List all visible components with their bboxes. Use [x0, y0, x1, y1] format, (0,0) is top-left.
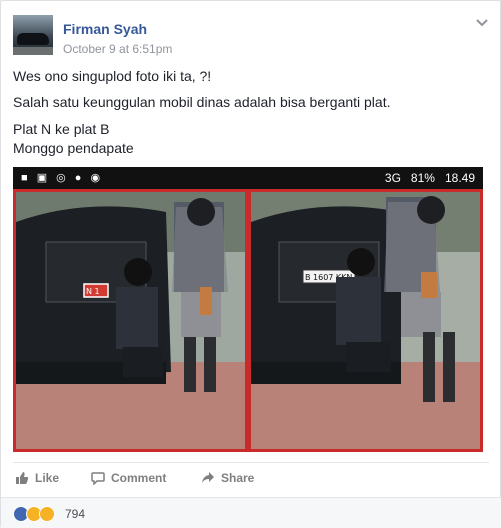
post-text-line: Salah satu keunggulan mobil dinas adalah… — [13, 94, 391, 110]
reaction-count[interactable]: 794 — [65, 507, 85, 521]
reaction-icons[interactable] — [13, 506, 55, 522]
status-time: 18.49 — [444, 171, 475, 185]
post-card: Firman Syah October 9 at 6:51pm Wes ono … — [0, 0, 501, 528]
author-name[interactable]: Firman Syah — [63, 21, 147, 37]
comment-label: Comment — [111, 471, 167, 485]
comment-icon — [91, 472, 105, 485]
avatar[interactable] — [13, 15, 53, 55]
post-timestamp[interactable]: October 9 at 6:51pm — [63, 42, 172, 56]
network-indicator: 3G — [384, 171, 401, 185]
post-text-line: Plat N ke plat B — [13, 121, 110, 137]
post-header: Firman Syah October 9 at 6:51pm — [13, 15, 489, 59]
thumbs-up-icon — [16, 472, 29, 484]
plate-left-text: N 1 — [86, 287, 100, 296]
share-label: Share — [221, 471, 255, 485]
photo-panel-right: B 1607 KKN — [248, 189, 483, 452]
chevron-down-icon[interactable] — [475, 17, 489, 27]
reactions-bar: 794 — [1, 497, 501, 528]
wow-reaction-icon — [39, 506, 55, 522]
phone-status-bar: ■ ▣ ◎ ● ◉ 3G 81% 18.49 — [13, 167, 483, 189]
post-text-line: Wes ono singuplod foto iki ta, ?! — [13, 68, 212, 84]
photo-scene-right: B 1607 KKN — [251, 192, 480, 449]
like-button[interactable]: Like — [15, 471, 59, 485]
notification-icons: ■ ▣ ◎ ● ◉ — [21, 172, 104, 184]
comment-button[interactable]: Comment — [91, 471, 166, 485]
post-photo[interactable]: ■ ▣ ◎ ● ◉ 3G 81% 18.49 N 1 B 1607 KKN — [13, 167, 483, 452]
like-label: Like — [35, 471, 60, 485]
photo-scene-left: N 1 — [16, 192, 245, 449]
share-icon — [202, 472, 214, 483]
share-button[interactable]: Share — [201, 471, 254, 485]
photo-panel-left: N 1 — [13, 189, 248, 452]
battery-level: 81% — [410, 171, 435, 185]
post-actions: Like Comment Share — [13, 462, 489, 492]
post-text-line: Monggo pendapate — [13, 140, 134, 156]
